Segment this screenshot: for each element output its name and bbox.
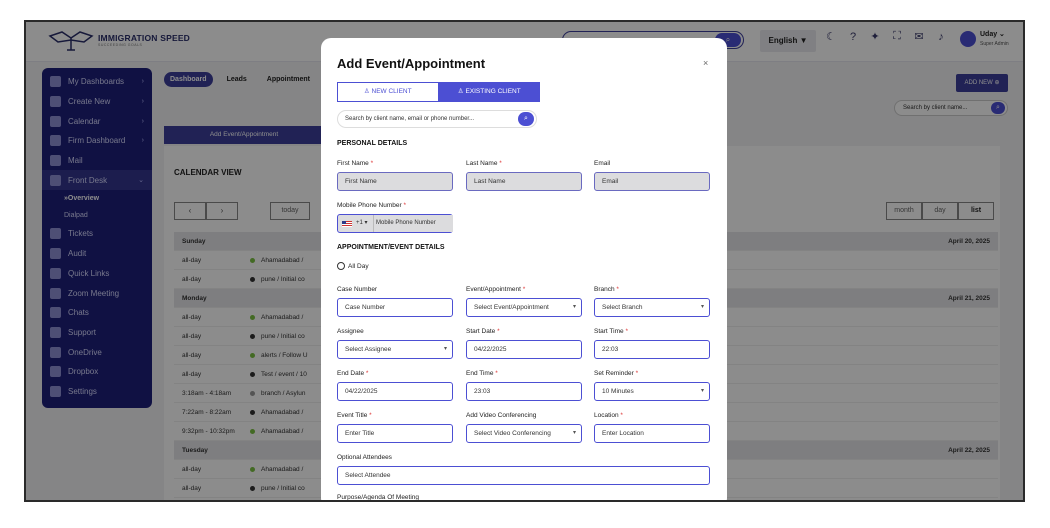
new-client-button[interactable]: ♙ NEW CLIENT: [337, 82, 439, 102]
search-icon[interactable]: ⌕: [518, 112, 534, 126]
label-text: Event/Appointment: [466, 286, 521, 293]
assignee-select[interactable]: Select Assignee ▾: [337, 340, 453, 359]
close-icon[interactable]: ×: [703, 58, 708, 68]
email-field[interactable]: Email: [594, 172, 710, 191]
mobile-phone-input[interactable]: Mobile Phone Number: [373, 215, 453, 232]
personal-details-heading: PERSONAL DETAILS: [337, 140, 408, 147]
required-mark: *: [499, 160, 502, 167]
event-type-label: Event/Appointment *: [466, 286, 525, 293]
browser-frame: IMMIGRATION SPEED SUCCEEDING GOALS ⌕ Eng…: [24, 20, 1025, 502]
end-date-label: End Date *: [337, 370, 368, 377]
first-name-field[interactable]: First Name: [337, 172, 453, 191]
us-flag-icon: [342, 221, 352, 227]
start-time-label: Start Time *: [594, 328, 628, 335]
label-text: Start Time: [594, 328, 624, 335]
video-conferencing-select[interactable]: Select Video Conferencing ▾: [466, 424, 582, 443]
all-day-radio[interactable]: All Day: [337, 262, 369, 270]
required-mark: *: [635, 370, 639, 377]
attendees-label: Optional Attendees: [337, 454, 392, 461]
select-value: Select Event/Appointment: [474, 304, 549, 311]
email-label: Email: [594, 160, 611, 167]
label-text: Mobile Phone Number: [337, 202, 402, 209]
start-date-field[interactable]: 04/22/2025: [466, 340, 582, 359]
end-time-field[interactable]: 23:03: [466, 382, 582, 401]
required-mark: *: [495, 370, 498, 377]
mobile-label: Mobile Phone Number *: [337, 202, 406, 209]
label-text: Location: [594, 412, 619, 419]
required-mark: *: [522, 286, 526, 293]
agenda-label: Purpose/Agenda Of Meeting: [337, 494, 420, 501]
add-event-modal: Add Event/Appointment × ♙ NEW CLIENT ♙ E…: [321, 38, 727, 501]
select-value: 10 Minutes: [602, 388, 634, 395]
required-mark: *: [625, 328, 628, 335]
end-date-field[interactable]: 04/22/2025: [337, 382, 453, 401]
location-label: Location *: [594, 412, 623, 419]
branch-label: Branch *: [594, 286, 619, 293]
chevron-down-icon: ▾: [443, 346, 447, 352]
required-mark: *: [620, 412, 623, 419]
new-client-label: NEW CLIENT: [371, 88, 412, 95]
label-text: Branch: [594, 286, 615, 293]
required-mark: *: [403, 202, 407, 209]
branch-select[interactable]: Select Branch ▾: [594, 298, 710, 317]
event-title-label: Event Title *: [337, 412, 372, 419]
country-code-select[interactable]: +1 ▾: [356, 215, 368, 232]
select-value: Select Video Conferencing: [474, 430, 551, 437]
select-value: Select Assignee: [345, 346, 392, 353]
start-date-label: Start Date *: [466, 328, 500, 335]
case-number-label: Case Number: [337, 286, 378, 293]
radio-circle-icon: [337, 262, 345, 270]
event-title-field[interactable]: Enter Title: [337, 424, 453, 443]
label-text: Last Name: [466, 160, 498, 167]
all-day-label: All Day: [348, 262, 369, 270]
case-number-field[interactable]: Case Number: [337, 298, 453, 317]
modal-title: Add Event/Appointment: [337, 56, 486, 71]
label-text: Event Title: [337, 412, 368, 419]
chevron-down-icon: ▾: [572, 304, 576, 310]
reminder-label: Set Reminder *: [594, 370, 638, 377]
last-name-field[interactable]: Last Name: [466, 172, 582, 191]
label-text: End Date: [337, 370, 365, 377]
label-text: First Name: [337, 160, 369, 167]
appointment-details-heading: APPOINTMENT/EVENT DETAILS: [337, 244, 445, 251]
end-time-label: End Time *: [466, 370, 498, 377]
assignee-label: Assignee: [337, 328, 364, 335]
required-mark: *: [497, 328, 500, 335]
client-lookup-input[interactable]: Search by client name, email or phone nu…: [337, 110, 537, 128]
last-name-label: Last Name *: [466, 160, 502, 167]
reminder-select[interactable]: 10 Minutes ▾: [594, 382, 710, 401]
client-lookup-placeholder: Search by client name, email or phone nu…: [345, 116, 475, 122]
label-text: Start Date: [466, 328, 496, 335]
required-mark: *: [365, 370, 369, 377]
required-mark: *: [369, 412, 372, 419]
chevron-down-icon: ▾: [700, 388, 704, 394]
required-mark: *: [616, 286, 619, 293]
attendees-select[interactable]: Select Attendee: [337, 466, 710, 485]
chevron-down-icon: ▾: [572, 430, 576, 436]
first-name-label: First Name *: [337, 160, 373, 167]
location-field[interactable]: Enter Location: [594, 424, 710, 443]
existing-client-label: EXISTING CLIENT: [465, 88, 521, 95]
client-type-toggle: ♙ NEW CLIENT ♙ EXISTING CLIENT: [337, 82, 540, 102]
required-mark: *: [370, 160, 374, 167]
existing-client-button[interactable]: ♙ EXISTING CLIENT: [438, 82, 540, 102]
chevron-down-icon: ▾: [700, 304, 704, 310]
label-text: Set Reminder: [594, 370, 634, 377]
mobile-phone-field[interactable]: +1 ▾ Mobile Phone Number: [337, 214, 453, 233]
event-type-select[interactable]: Select Event/Appointment ▾: [466, 298, 582, 317]
select-value: Select Branch: [602, 304, 643, 311]
video-conferencing-label: Add Video Conferencing: [466, 412, 537, 419]
label-text: End Time: [466, 370, 494, 377]
start-time-field[interactable]: 22:03: [594, 340, 710, 359]
